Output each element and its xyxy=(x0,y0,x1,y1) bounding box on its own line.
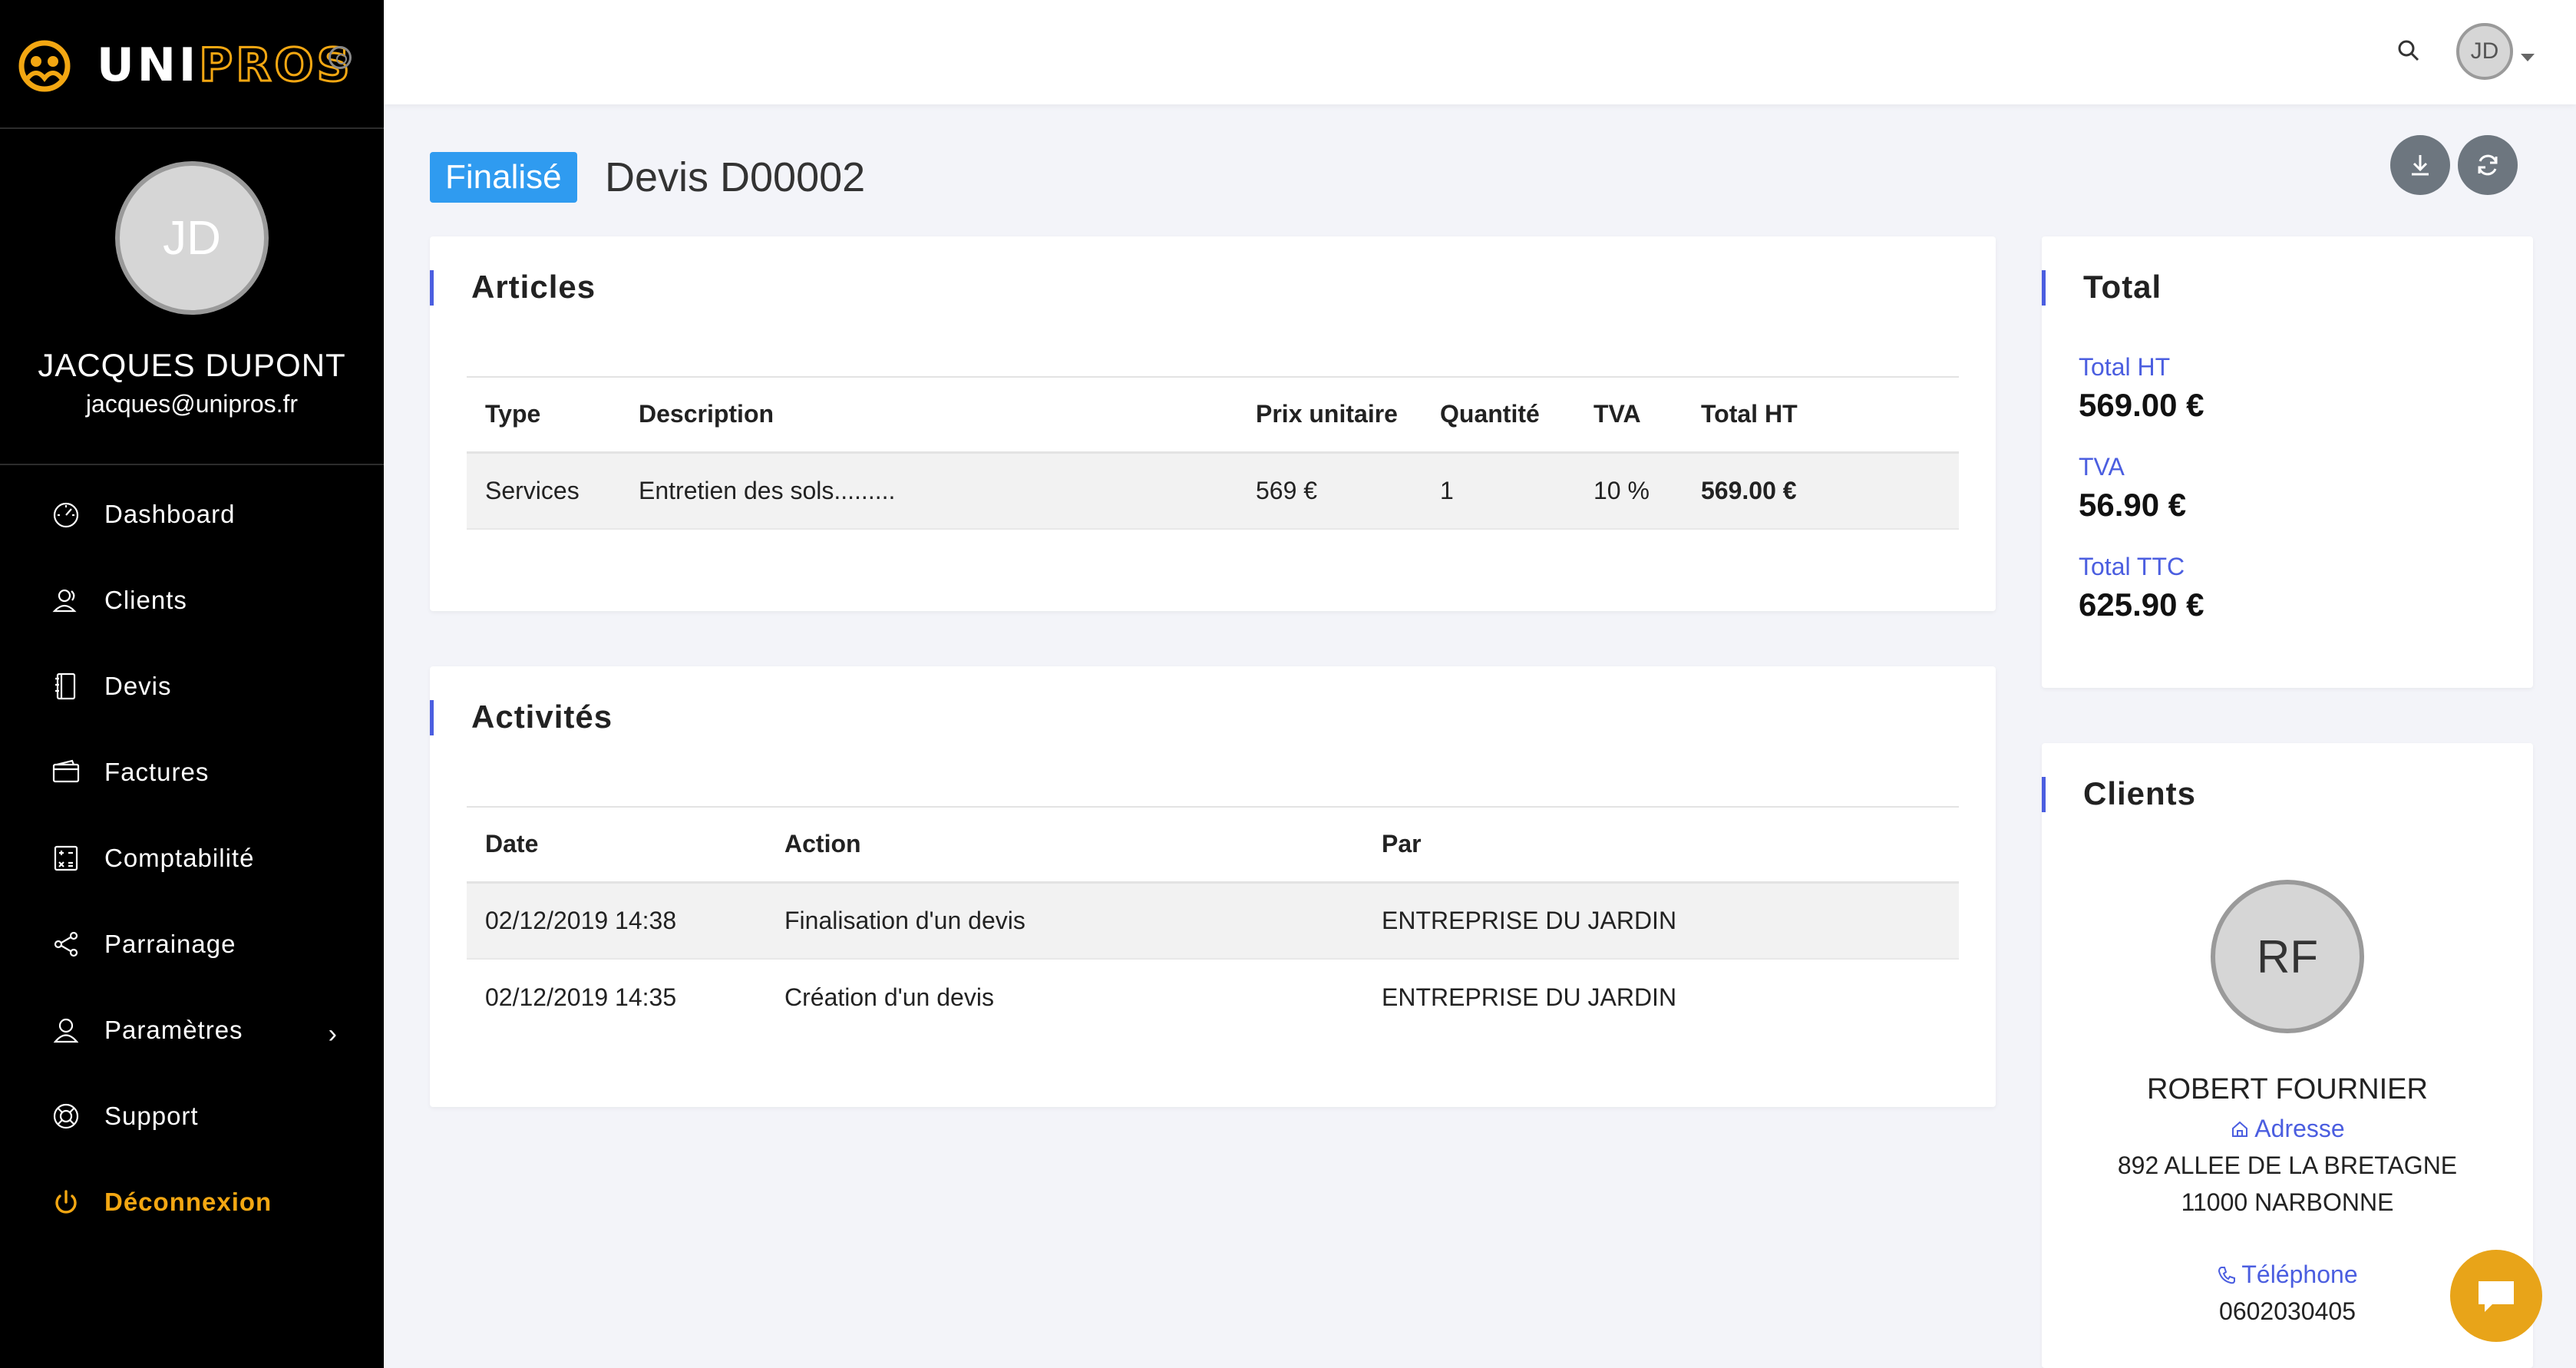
unipros-logo-icon[interactable] xyxy=(17,38,72,94)
gauge-icon xyxy=(49,497,83,531)
sidebar-item-label: Parrainage xyxy=(104,930,236,958)
lifebuoy-icon xyxy=(49,1099,83,1133)
download-icon xyxy=(2412,155,2429,176)
sidebar-item-label: Paramètres xyxy=(104,1016,243,1044)
chevron-down-icon[interactable] xyxy=(2521,54,2535,61)
cell-quantity: 1 xyxy=(1422,452,1575,530)
user-icon xyxy=(49,1013,83,1047)
notebook-icon xyxy=(49,669,83,703)
user-menu-avatar[interactable]: JD xyxy=(2456,23,2513,80)
sidebar: UNIPROS JD JACQUES DUPONT jacques@unipro… xyxy=(0,0,384,1368)
sidebar-item-label: Comptabilité xyxy=(104,844,255,872)
cell-by: ENTREPRISE DU JARDIN xyxy=(1363,882,1959,960)
client-name: ROBERT FOURNIER xyxy=(2147,1073,2428,1105)
sidebar-item-dashboard[interactable]: Dashboard xyxy=(0,471,384,557)
table-row[interactable]: 02/12/2019 14:38 Finalisation d'un devis… xyxy=(467,882,1959,960)
calculator-icon xyxy=(49,841,83,875)
table-row[interactable]: Services Entretien des sols......... 569… xyxy=(467,452,1959,530)
cell-tva: 10 % xyxy=(1575,452,1683,530)
sidebar-item-label: Factures xyxy=(104,758,210,786)
cell-by: ENTREPRISE DU JARDIN xyxy=(1382,983,1677,1011)
activities-title: Activités xyxy=(429,699,613,735)
sidebar-item-label: Clients xyxy=(104,586,187,614)
refresh-icon xyxy=(2478,154,2498,176)
column-header[interactable]: TVA xyxy=(1575,376,1683,454)
articles-title: Articles xyxy=(429,269,596,306)
sidebar-item-factures[interactable]: Factures xyxy=(0,729,384,815)
cell-total-ht: 569.00 € xyxy=(1683,452,1959,530)
column-header[interactable]: Total HT xyxy=(1683,376,1959,454)
client-address-label: Adresse xyxy=(2042,1115,2533,1143)
brand-header: UNIPROS xyxy=(0,0,384,129)
column-header[interactable]: Action xyxy=(766,806,1363,884)
tva-value: 56.90 € xyxy=(2079,487,2187,523)
cell-unit-price: 569 € xyxy=(1237,452,1422,530)
articles-card: Articles Type Description Prix unitaire … xyxy=(429,236,1996,611)
pin-sidebar-icon[interactable] xyxy=(329,46,352,69)
table-header-row: Type Description Prix unitaire Quantité … xyxy=(467,376,1959,454)
user-name: JACQUES DUPONT xyxy=(38,347,346,383)
tva-label: TVA xyxy=(2079,453,2125,481)
power-icon xyxy=(49,1185,83,1219)
sidebar-item-label: Devis xyxy=(104,672,172,700)
chat-icon xyxy=(2479,1281,2514,1312)
user-email: jacques@unipros.fr xyxy=(85,390,299,418)
client-address-line2: 11000 NARBONNE xyxy=(2181,1188,2394,1216)
total-card: Total Total HT 569.00 € TVA 56.90 € Tota… xyxy=(2041,236,2533,688)
wallet-icon xyxy=(49,755,83,789)
logout-button[interactable]: Déconnexion xyxy=(0,1159,384,1245)
total-title: Total xyxy=(2041,269,2162,306)
sidebar-item-clients[interactable]: Clients xyxy=(0,557,384,643)
client-avatar[interactable]: RF xyxy=(2211,880,2364,1033)
column-header[interactable]: Prix unitaire xyxy=(1237,376,1422,454)
refresh-button[interactable] xyxy=(2458,135,2518,195)
sidebar-item-parametres[interactable]: Paramètres › xyxy=(0,987,384,1073)
total-ht-value: 569.00 € xyxy=(2079,387,2204,423)
column-header[interactable]: Date xyxy=(467,806,766,884)
total-ttc-value: 625.90 € xyxy=(2079,587,2204,623)
cell-action: Création d'un devis xyxy=(784,983,994,1011)
user-profile: JD JACQUES DUPONT jacques@unipros.fr xyxy=(0,129,384,465)
chevron-right-icon: › xyxy=(328,1019,338,1049)
chat-button[interactable] xyxy=(2450,1250,2542,1342)
column-header[interactable]: Par xyxy=(1363,806,1959,884)
logout-label: Déconnexion xyxy=(104,1188,272,1216)
table-header-row: Date Action Par xyxy=(467,806,1959,884)
cell-date: 02/12/2019 14:35 xyxy=(485,983,677,1011)
sidebar-item-comptabilite[interactable]: Comptabilité xyxy=(0,815,384,901)
top-bar: JD xyxy=(384,0,2576,104)
avatar[interactable]: JD xyxy=(115,161,269,315)
sidebar-item-devis[interactable]: Devis xyxy=(0,643,384,729)
download-button[interactable] xyxy=(2390,135,2450,195)
home-icon xyxy=(2232,1121,2248,1137)
search-icon[interactable] xyxy=(2395,37,2422,64)
articles-table: Type Description Prix unitaire Quantité … xyxy=(467,376,1959,530)
total-ht-label: Total HT xyxy=(2079,353,2171,381)
cell-action: Finalisation d'un devis xyxy=(766,882,1363,960)
sidebar-nav: Dashboard Clients Devis Factures Comptab… xyxy=(0,471,384,1245)
brand-name[interactable]: UNIPROS xyxy=(97,38,353,94)
users-icon xyxy=(49,583,83,617)
total-ttc-label: Total TTC xyxy=(2079,553,2185,580)
client-title: Clients xyxy=(2041,775,2197,812)
phone-icon xyxy=(2218,1267,2236,1284)
status-badge: Finalisé xyxy=(430,152,577,203)
activities-card: Activités Date Action Par 02/12/2019 14:… xyxy=(429,666,1996,1107)
page-title: Devis D00002 xyxy=(605,154,866,200)
sidebar-item-label: Dashboard xyxy=(104,500,236,528)
activities-table: Date Action Par 02/12/2019 14:38 Finalis… xyxy=(467,806,1959,1036)
sidebar-item-label: Support xyxy=(104,1102,199,1130)
sidebar-item-parrainage[interactable]: Parrainage xyxy=(0,901,384,987)
cell-date: 02/12/2019 14:38 xyxy=(467,882,766,960)
table-row[interactable]: 02/12/2019 14:35 Création d'un devis ENT… xyxy=(467,959,1959,1036)
client-address-line1: 892 ALLEE DE LA BRETAGNE xyxy=(2117,1152,2458,1179)
column-header[interactable]: Description xyxy=(620,376,1237,454)
share-icon xyxy=(49,927,83,961)
column-header[interactable]: Quantité xyxy=(1422,376,1575,454)
column-header[interactable]: Type xyxy=(467,376,620,454)
cell-type: Services xyxy=(467,452,620,530)
cell-description: Entretien des sols......... xyxy=(620,452,1237,530)
sidebar-item-support[interactable]: Support xyxy=(0,1073,384,1159)
